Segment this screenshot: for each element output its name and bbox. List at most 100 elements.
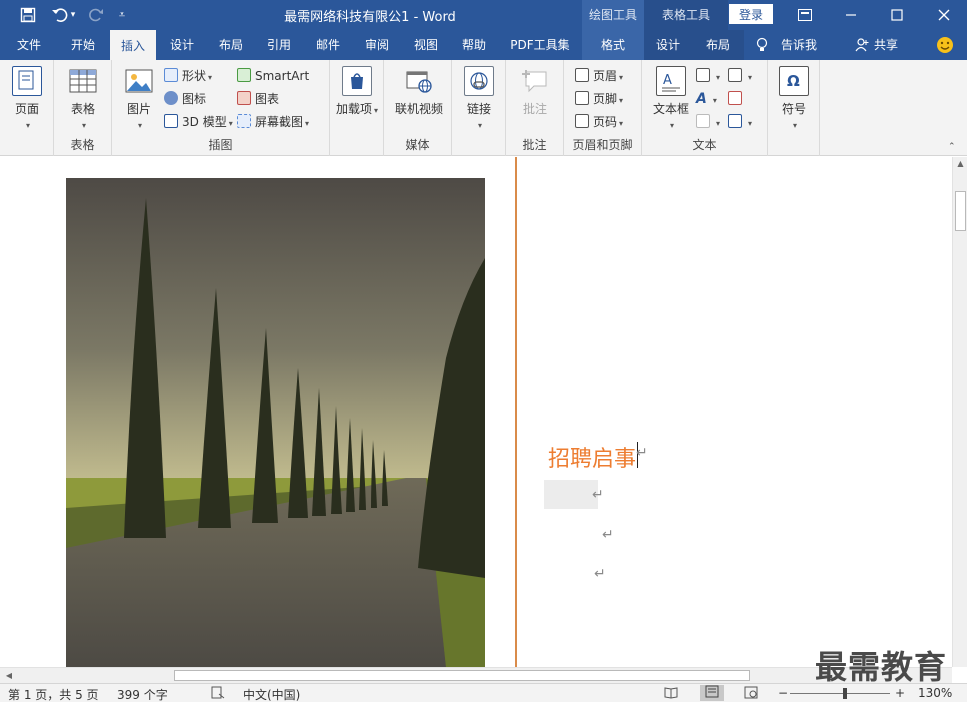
smiley-feedback-icon[interactable] [934,30,956,60]
save-icon[interactable] [16,4,40,26]
links-label: 链接 [466,102,491,116]
tab-references[interactable]: 引用 [256,30,302,60]
tell-me-search[interactable]: 告诉我 [774,30,824,60]
tab-layout[interactable]: 布局 [208,30,254,60]
picture-label: 图片 [126,102,151,116]
addins-label: 加载项 [335,102,372,116]
page-number-button[interactable]: 页码 ▾ [575,112,623,132]
redo-icon[interactable] [84,4,108,26]
undo-dropdown-icon[interactable]: ▾ [66,4,80,26]
smartart-button[interactable]: SmartArt [237,66,309,86]
scroll-left-icon[interactable]: ◀ [2,668,16,683]
person-share-icon[interactable] [852,30,872,60]
ribbon-display-options-icon[interactable] [782,0,828,30]
addins-button[interactable]: 加载项 ▾ [335,64,379,128]
quick-parts-icon[interactable]: ▾ [696,66,720,86]
tab-design[interactable]: 设计 [158,30,206,60]
screenshot-icon [237,114,251,128]
3d-model-button[interactable]: 3D 模型 ▾ [164,112,233,132]
language[interactable]: 中文(中国) [243,686,300,702]
pages-button[interactable]: 页面 ▾ [5,64,49,130]
tab-pdf-tools[interactable]: PDF工具集 [500,30,580,60]
group-text: A 文本框 ▾ ▾ A ▾ ▾ ▾ ▾ 文本 [642,60,768,156]
video-globe-icon [404,66,434,96]
context-table-tools-title: 表格工具 [644,0,728,30]
close-icon[interactable] [921,0,967,30]
zoom-out-icon[interactable]: − [778,686,788,700]
zoom-slider-thumb[interactable] [843,688,847,699]
zoom-level[interactable]: 130% [918,686,952,700]
print-layout-icon[interactable] [700,685,724,701]
symbol-label: 符号 [781,102,806,116]
lightbulb-icon[interactable] [752,30,772,60]
date-time-icon[interactable] [728,89,746,109]
vertical-scrollbar[interactable]: ▲ [952,157,967,667]
collapse-ribbon-icon[interactable]: ⌃ [948,142,956,152]
comment-button[interactable]: 批注 [513,64,557,128]
group-links: 链接 ▾ [452,60,506,156]
zoom-slider-track[interactable] [790,693,890,694]
group-comments: 批注 批注 [506,60,564,156]
object-icon[interactable]: ▾ [728,112,752,132]
textbox-button[interactable]: A 文本框 ▾ [648,64,694,130]
horizontal-scrollbar[interactable]: ◀ [0,667,952,683]
online-video-button[interactable]: 联机视频 [392,64,446,128]
comment-label: 批注 [522,102,547,116]
paragraph-mark: ↵ [592,487,604,503]
document-heading[interactable]: 招聘启事 [548,441,636,473]
ribbon-insert: 页面 ▾ 表格 ▾ 表格 图片 ▾ 形状 ▾ 图标 3D 模型 ▾ SmartA… [0,60,967,156]
tab-insert[interactable]: 插入 [110,30,156,60]
login-button[interactable]: 登录 [729,4,773,24]
tab-review[interactable]: 审阅 [354,30,400,60]
word-count[interactable]: 399 个字 [117,686,168,702]
title-bar: ▾ ⩡ 最需网络科技有限公1 - Word 绘图工具 表格工具 登录 [0,0,967,30]
wordart-icon[interactable]: A ▾ [696,89,717,109]
horizontal-scroll-thumb[interactable] [174,670,750,681]
customize-toolbar-icon[interactable]: ⩡ [110,4,134,26]
cypress-road-photo[interactable] [66,178,485,667]
group-header-footer: 页眉 ▾ 页脚 ▾ 页码 ▾ 页眉和页脚 [564,60,642,156]
group-tables-label: 表格 [70,138,95,152]
maximize-icon[interactable] [874,0,920,30]
group-pages: 页面 ▾ [0,60,54,156]
document-title: 最需网络科技有限公1 - Word [284,10,456,25]
tab-file[interactable]: 文件 [4,30,54,60]
tab-mailings[interactable]: 邮件 [305,30,351,60]
links-button[interactable]: 链接 ▾ [457,64,501,130]
table-icon [68,66,98,96]
tab-format[interactable]: 格式 [582,30,644,60]
symbol-button[interactable]: Ω 符号 ▾ [772,64,816,130]
tab-table-design[interactable]: 设计 [644,30,692,60]
picture-button[interactable]: 图片 ▾ [119,64,159,130]
read-mode-icon[interactable] [664,686,678,702]
group-media-label: 媒体 [405,138,430,152]
tab-view[interactable]: 视图 [403,30,449,60]
scroll-up-icon[interactable]: ▲ [953,159,967,173]
tab-help[interactable]: 帮助 [451,30,497,60]
signature-line-icon[interactable]: ▾ [728,66,752,86]
tab-home[interactable]: 开始 [58,30,108,60]
table-button[interactable]: 表格 ▾ [61,64,105,130]
selected-cell-shade[interactable] [544,480,598,509]
svg-text:Ω: Ω [787,72,800,90]
proofing-icon[interactable] [211,686,225,702]
cube-icon [164,114,178,128]
header-button[interactable]: 页眉 ▾ [575,66,623,86]
zoom-in-icon[interactable]: + [895,686,905,700]
minimize-icon[interactable] [828,0,874,30]
shapes-button[interactable]: 形状 ▾ [164,66,212,86]
page-count[interactable]: 第 1 页，共 5 页 [8,686,99,702]
vertical-scroll-thumb[interactable] [955,191,966,231]
web-layout-icon[interactable] [744,686,758,702]
group-comments-label: 批注 [522,138,547,152]
icons-button[interactable]: 图标 [164,89,206,109]
share-button[interactable]: 共享 [870,30,902,60]
screenshot-button[interactable]: 屏幕截图 ▾ [237,112,309,132]
tab-table-layout[interactable]: 布局 [692,30,744,60]
chart-button[interactable]: 图表 [237,89,279,109]
bar-chart-icon [237,91,251,105]
drop-cap-icon[interactable]: ▾ [696,112,720,132]
document-canvas[interactable]: 招聘启事 ↵ ↵ ↵ ↵ [0,157,952,667]
group-header-footer-label: 页眉和页脚 [572,138,633,152]
footer-button[interactable]: 页脚 ▾ [575,89,623,109]
